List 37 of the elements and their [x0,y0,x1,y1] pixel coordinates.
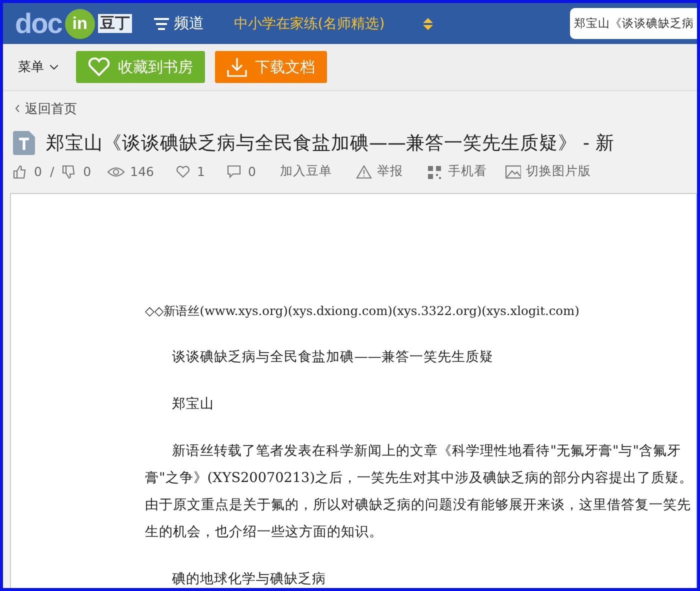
action-link[interactable]: 切换图片版 [526,163,591,180]
add-to-list-link[interactable]: 加入豆单 [280,163,332,180]
section-heading: 碘的地球化学与碘缺乏病 [171,570,328,588]
download-icon [227,57,247,77]
section-heading: 郑宝山 [171,394,216,414]
heart-icon[interactable] [176,164,192,178]
stat-count: 1 [196,164,205,179]
document-title: 郑宝山《谈谈碘缺乏病与全民食盐加碘——兼答一笑先生质疑》 - 新 [46,132,614,155]
stat-count: 0 [248,164,256,179]
chevron-left-icon [15,105,20,112]
comment-icon [226,164,243,178]
body-paragraph: 新语丝转载了笔者发表在科学新闻上的文章《科学理性地看待"无氟牙膏"与"含氟牙膏"之争》(XYS20070213)之后，一笑先生对其中涉及碘缺乏病的部分内容提出了质疑。由于原文重点是关于氟的，所以对碘缺乏病的问题没有能够展开来谈，这里借答复一笑先生的机会，也介绍一些这方面的知识。 [145,442,694,542]
favorite-button[interactable]: 收藏到书房 [76,51,205,83]
menu-icon [154,18,169,30]
action-link[interactable]: 手机看 [448,163,487,180]
logo[interactable]: doc in 豆丁 [15,8,132,40]
section-heading: 谈谈碘缺乏病与全民食盐加碘——兼答一笑先生质疑 [171,348,494,366]
download-button[interactable]: 下载文档 [215,51,327,83]
text-file-icon [13,130,35,154]
search-field[interactable]: 郑宝山《谈谈碘缺乏病 [570,8,697,39]
source-line: ◇◇新语丝(www.xys.org)(xys.dxiong.com)(xys.3322.org)(xys.xlogit.com) [145,302,580,320]
chevron-down-icon [50,64,58,70]
promo-link[interactable]: 中小学在家练(名师精选) [234,14,385,32]
menu-dropdown[interactable]: 菜单 [18,58,58,76]
qr-code-icon[interactable] [426,164,443,178]
stat-count: 146 [130,164,154,179]
stat-count: 0 [34,164,42,179]
back-link[interactable]: 返回首页 [15,100,77,118]
separator: / [50,164,54,179]
eye-icon [107,164,126,178]
warning-icon[interactable] [356,164,372,178]
image-icon[interactable] [504,164,521,178]
action-link[interactable]: 举报 [376,163,403,180]
stat-count: 0 [83,164,92,179]
sort-icon[interactable] [422,18,433,30]
heart-icon [88,57,110,77]
channel-menu[interactable]: 频道 [154,14,204,33]
